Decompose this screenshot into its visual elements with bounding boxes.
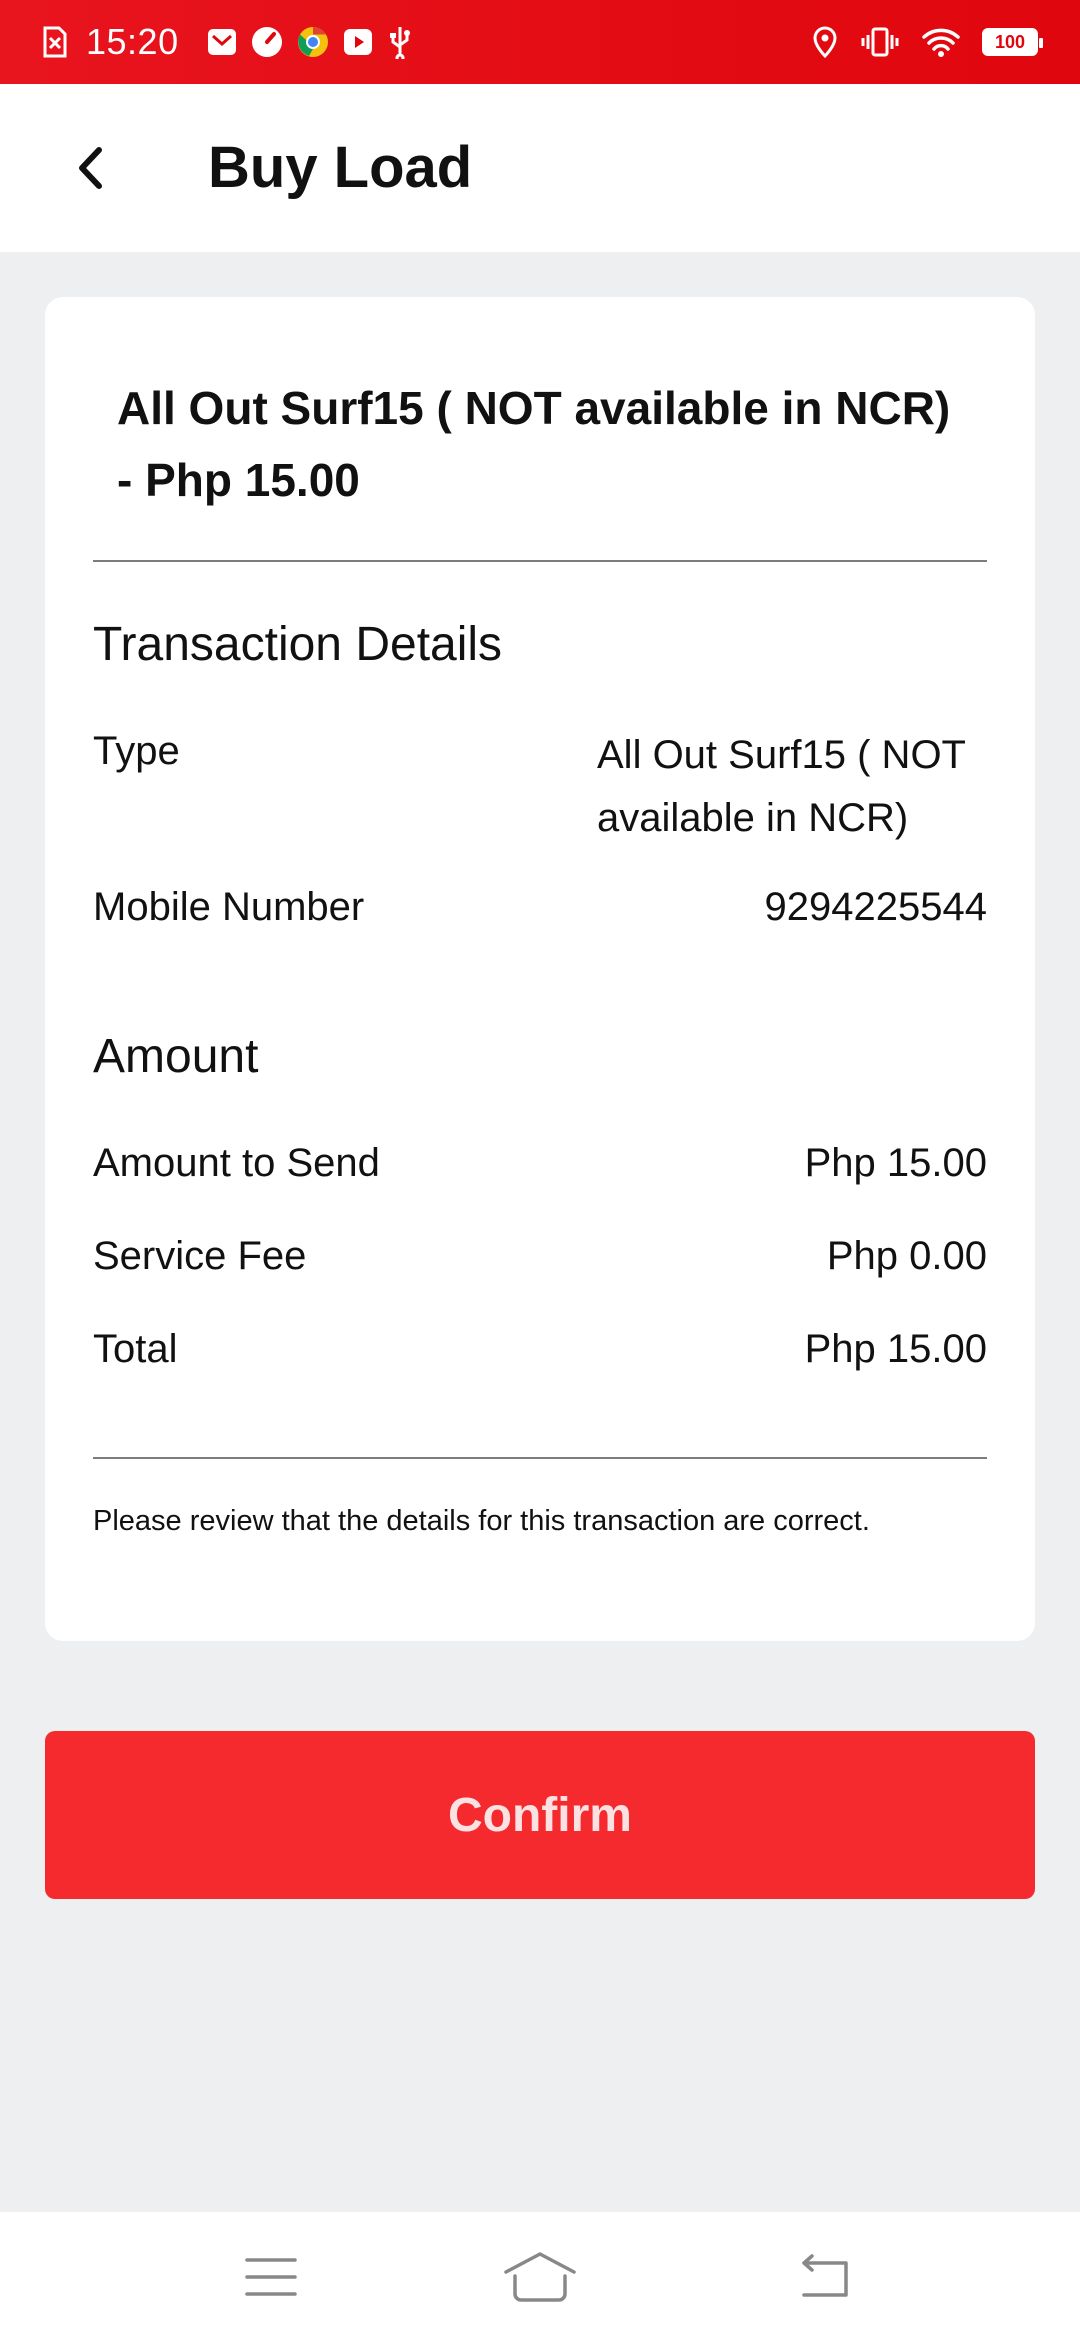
service-fee-value: Php 0.00 xyxy=(826,1234,987,1278)
battery-icon: 100 xyxy=(982,28,1043,56)
amount-heading: Amount xyxy=(93,1030,259,1083)
transaction-card: All Out Surf15 ( NOT available in NCR) -… xyxy=(45,297,1035,1641)
mobile-number-value: 9294225544 xyxy=(764,885,987,929)
service-fee-label: Service Fee xyxy=(93,1234,307,1278)
wifi-icon xyxy=(922,26,960,58)
divider-bottom xyxy=(93,1457,987,1459)
amount-to-send-value: Php 15.00 xyxy=(804,1141,987,1185)
youtube-icon xyxy=(343,27,373,57)
amount-to-send-label: Amount to Send xyxy=(93,1141,380,1185)
menu-icon xyxy=(245,2258,297,2296)
status-time: 15:20 xyxy=(86,21,179,62)
transaction-details-heading: Transaction Details xyxy=(93,618,503,671)
back-icon xyxy=(802,2254,848,2297)
vibrate-icon xyxy=(860,26,900,58)
menu-button[interactable] xyxy=(231,2242,311,2312)
usb-icon xyxy=(387,25,413,59)
review-note: Please review that the details for this … xyxy=(93,1505,870,1537)
type-label: Type xyxy=(93,729,180,773)
status-right: 100 xyxy=(812,26,1043,58)
total-value: Php 15.00 xyxy=(804,1327,987,1371)
status-left: 15:20 xyxy=(42,21,413,63)
type-value: All Out Surf15 ( NOT available in NCR) xyxy=(597,733,966,840)
location-icon xyxy=(812,26,838,58)
confirm-button[interactable]: Confirm xyxy=(45,1731,1035,1899)
product-title: All Out Surf15 ( NOT available in NCR) -… xyxy=(117,382,951,506)
total-label: Total xyxy=(93,1327,178,1371)
sim-x-icon xyxy=(42,26,68,58)
home-button[interactable] xyxy=(500,2242,580,2312)
speed-icon xyxy=(251,26,283,58)
system-nav-bar xyxy=(0,2212,1080,2340)
chevron-left-icon xyxy=(79,147,102,189)
mobile-number-label: Mobile Number xyxy=(93,885,365,929)
back-nav-button[interactable] xyxy=(784,2242,864,2312)
status-bar: 15:20 100 xyxy=(0,0,1080,84)
chrome-icon xyxy=(297,26,329,58)
app-header: Buy Load xyxy=(0,84,1080,252)
home-icon xyxy=(504,2252,576,2302)
back-button[interactable] xyxy=(62,140,118,196)
page-title: Buy Load xyxy=(208,135,473,200)
divider-top xyxy=(93,560,987,562)
mail-icon xyxy=(207,27,237,57)
